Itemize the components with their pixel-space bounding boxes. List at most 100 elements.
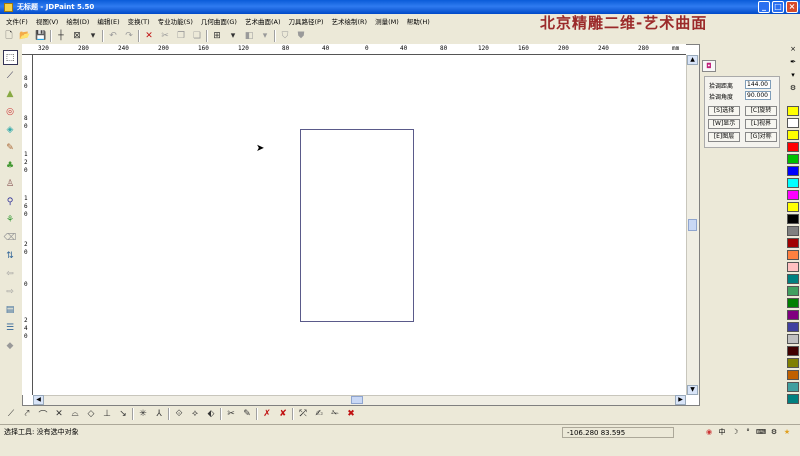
- brush-tool-icon[interactable]: ✎: [240, 407, 254, 421]
- color-swatch[interactable]: [787, 202, 799, 212]
- tree-icon[interactable]: ♣: [3, 158, 18, 173]
- horizontal-scrollbar[interactable]: ◀ ▶: [33, 395, 686, 405]
- rotate-icon[interactable]: ◈: [3, 122, 18, 137]
- mountain-icon[interactable]: ▲: [3, 86, 18, 101]
- target-icon[interactable]: ◎: [3, 104, 18, 119]
- zoom-box-icon[interactable]: ⊠: [70, 29, 84, 43]
- open-file-icon[interactable]: 📂: [18, 29, 32, 43]
- crosshair-icon[interactable]: ┼: [54, 29, 68, 43]
- display-button[interactable]: [W]显示: [708, 119, 740, 129]
- trim-tool-icon[interactable]: ↘: [116, 407, 130, 421]
- gem-icon[interactable]: ◆: [3, 338, 18, 353]
- scroll-right-icon[interactable]: ▶: [675, 395, 686, 405]
- bulb-icon[interactable]: ⚘: [3, 212, 18, 227]
- color-swatch[interactable]: [787, 226, 799, 236]
- menu-view[interactable]: 视图(V): [32, 16, 63, 26]
- layer-icon[interactable]: ◧: [242, 29, 256, 43]
- color-swatch[interactable]: [787, 142, 799, 152]
- scroll-up-icon[interactable]: ▲: [687, 55, 698, 65]
- dropdown-arrow-icon[interactable]: ▾: [226, 29, 240, 43]
- select-button[interactable]: [S]选择: [708, 106, 740, 116]
- menu-geometric-surface[interactable]: 几何曲面(G): [197, 16, 241, 26]
- diamond-tool-icon[interactable]: ⟐: [172, 407, 186, 421]
- extend-tool-icon[interactable]: ⅄: [152, 407, 166, 421]
- moon-icon[interactable]: ☽: [730, 427, 740, 437]
- node-tool-icon[interactable]: ◇: [84, 407, 98, 421]
- menu-art-surface[interactable]: 艺术曲面(A): [241, 16, 285, 26]
- vertical-scroll-thumb[interactable]: [688, 219, 697, 231]
- redo-icon[interactable]: ↷: [122, 29, 136, 43]
- color-swatch[interactable]: [787, 370, 799, 380]
- figure-icon[interactable]: ♙: [3, 176, 18, 191]
- node-edit-icon[interactable]: ⟋: [3, 68, 18, 83]
- color-swatch[interactable]: [787, 382, 799, 392]
- copy-icon[interactable]: ❐: [174, 29, 188, 43]
- color-swatch[interactable]: [787, 238, 799, 248]
- break-point-icon[interactable]: ✘: [276, 407, 290, 421]
- rotate-button[interactable]: [C]旋转: [745, 106, 777, 116]
- menu-edit[interactable]: 编辑(E): [93, 16, 123, 26]
- delete-icon[interactable]: ✕: [142, 29, 156, 43]
- color-swatch[interactable]: [787, 346, 799, 356]
- cut-tool-icon[interactable]: ✁: [328, 407, 342, 421]
- table-icon[interactable]: ☰: [3, 320, 18, 335]
- eyedropper-icon[interactable]: ✒: [788, 57, 799, 68]
- color-swatch[interactable]: [787, 274, 799, 284]
- ime-icon[interactable]: ◉: [704, 427, 714, 437]
- arc-tool-icon[interactable]: ⌒: [36, 407, 50, 421]
- close-button[interactable]: ×: [786, 1, 798, 13]
- pin-icon[interactable]: ⚲: [3, 194, 18, 209]
- color-swatch[interactable]: [787, 214, 799, 224]
- chinese-input-icon[interactable]: 中: [717, 427, 727, 437]
- color-swatch[interactable]: [787, 298, 799, 308]
- shield-icon[interactable]: ⛉: [278, 29, 292, 43]
- pen-tool-icon[interactable]: ✍: [312, 407, 326, 421]
- undo-icon[interactable]: ↶: [106, 29, 120, 43]
- menu-art-draw[interactable]: 艺术绘制(R): [328, 16, 372, 26]
- maximize-button[interactable]: □: [772, 1, 784, 13]
- color-swatch[interactable]: [787, 190, 799, 200]
- stack-icon[interactable]: ▤: [3, 302, 18, 317]
- fillet-tool-icon[interactable]: ⌓: [68, 407, 82, 421]
- brush-icon[interactable]: ✎: [3, 140, 18, 155]
- settings-icon[interactable]: ⚙: [769, 427, 779, 437]
- knife-tool-icon[interactable]: ✂: [224, 407, 238, 421]
- vertical-scrollbar[interactable]: ▲ ▼: [686, 55, 699, 395]
- transform-tool-icon[interactable]: ⤱: [296, 407, 310, 421]
- menu-professional[interactable]: 专业功能(S): [154, 16, 197, 26]
- new-file-icon[interactable]: 🗋: [2, 29, 16, 43]
- scroll-left-icon[interactable]: ◀: [33, 395, 44, 405]
- color-swatch[interactable]: [787, 106, 799, 116]
- paste-icon[interactable]: ❏: [190, 29, 204, 43]
- horizontal-scroll-thumb[interactable]: [351, 396, 363, 404]
- polyline-tool-icon[interactable]: ⤤: [20, 407, 34, 421]
- menu-measure[interactable]: 测量(M): [371, 16, 403, 26]
- color-swatch[interactable]: [787, 166, 799, 176]
- eraser-icon[interactable]: ⌫: [3, 230, 18, 245]
- drawn-rectangle[interactable]: [300, 129, 414, 322]
- color-swatch[interactable]: [787, 154, 799, 164]
- swap-icon[interactable]: ⇅: [3, 248, 18, 263]
- angle-input[interactable]: 90.000: [745, 91, 771, 100]
- menu-transform[interactable]: 变换(T): [124, 16, 154, 26]
- color-swatch[interactable]: [787, 118, 799, 128]
- break-tool-icon[interactable]: ✗: [260, 407, 274, 421]
- layer-button[interactable]: [E]图层: [708, 132, 740, 142]
- minimize-button[interactable]: _: [758, 1, 770, 13]
- color-swatch[interactable]: [787, 358, 799, 368]
- view-button[interactable]: [L]视界: [745, 119, 777, 129]
- grid-icon[interactable]: ⊞: [210, 29, 224, 43]
- arrow-right-icon[interactable]: ⇨: [3, 284, 18, 299]
- diamond-grid-icon[interactable]: ⬖: [204, 407, 218, 421]
- palette-close-icon[interactable]: ×: [788, 44, 799, 55]
- settings-icon[interactable]: ⚙: [788, 83, 799, 94]
- scroll-down-icon[interactable]: ▼: [687, 385, 698, 395]
- color-swatch[interactable]: [787, 334, 799, 344]
- menu-file[interactable]: 文件(F): [2, 16, 32, 26]
- color-swatch[interactable]: [787, 262, 799, 272]
- diamond-cross-icon[interactable]: ⟡: [188, 407, 202, 421]
- distance-input[interactable]: 144.00: [745, 80, 771, 89]
- snap-icon[interactable]: ✳: [136, 407, 150, 421]
- punctuation-icon[interactable]: °: [743, 427, 753, 437]
- color-swatch[interactable]: [787, 130, 799, 140]
